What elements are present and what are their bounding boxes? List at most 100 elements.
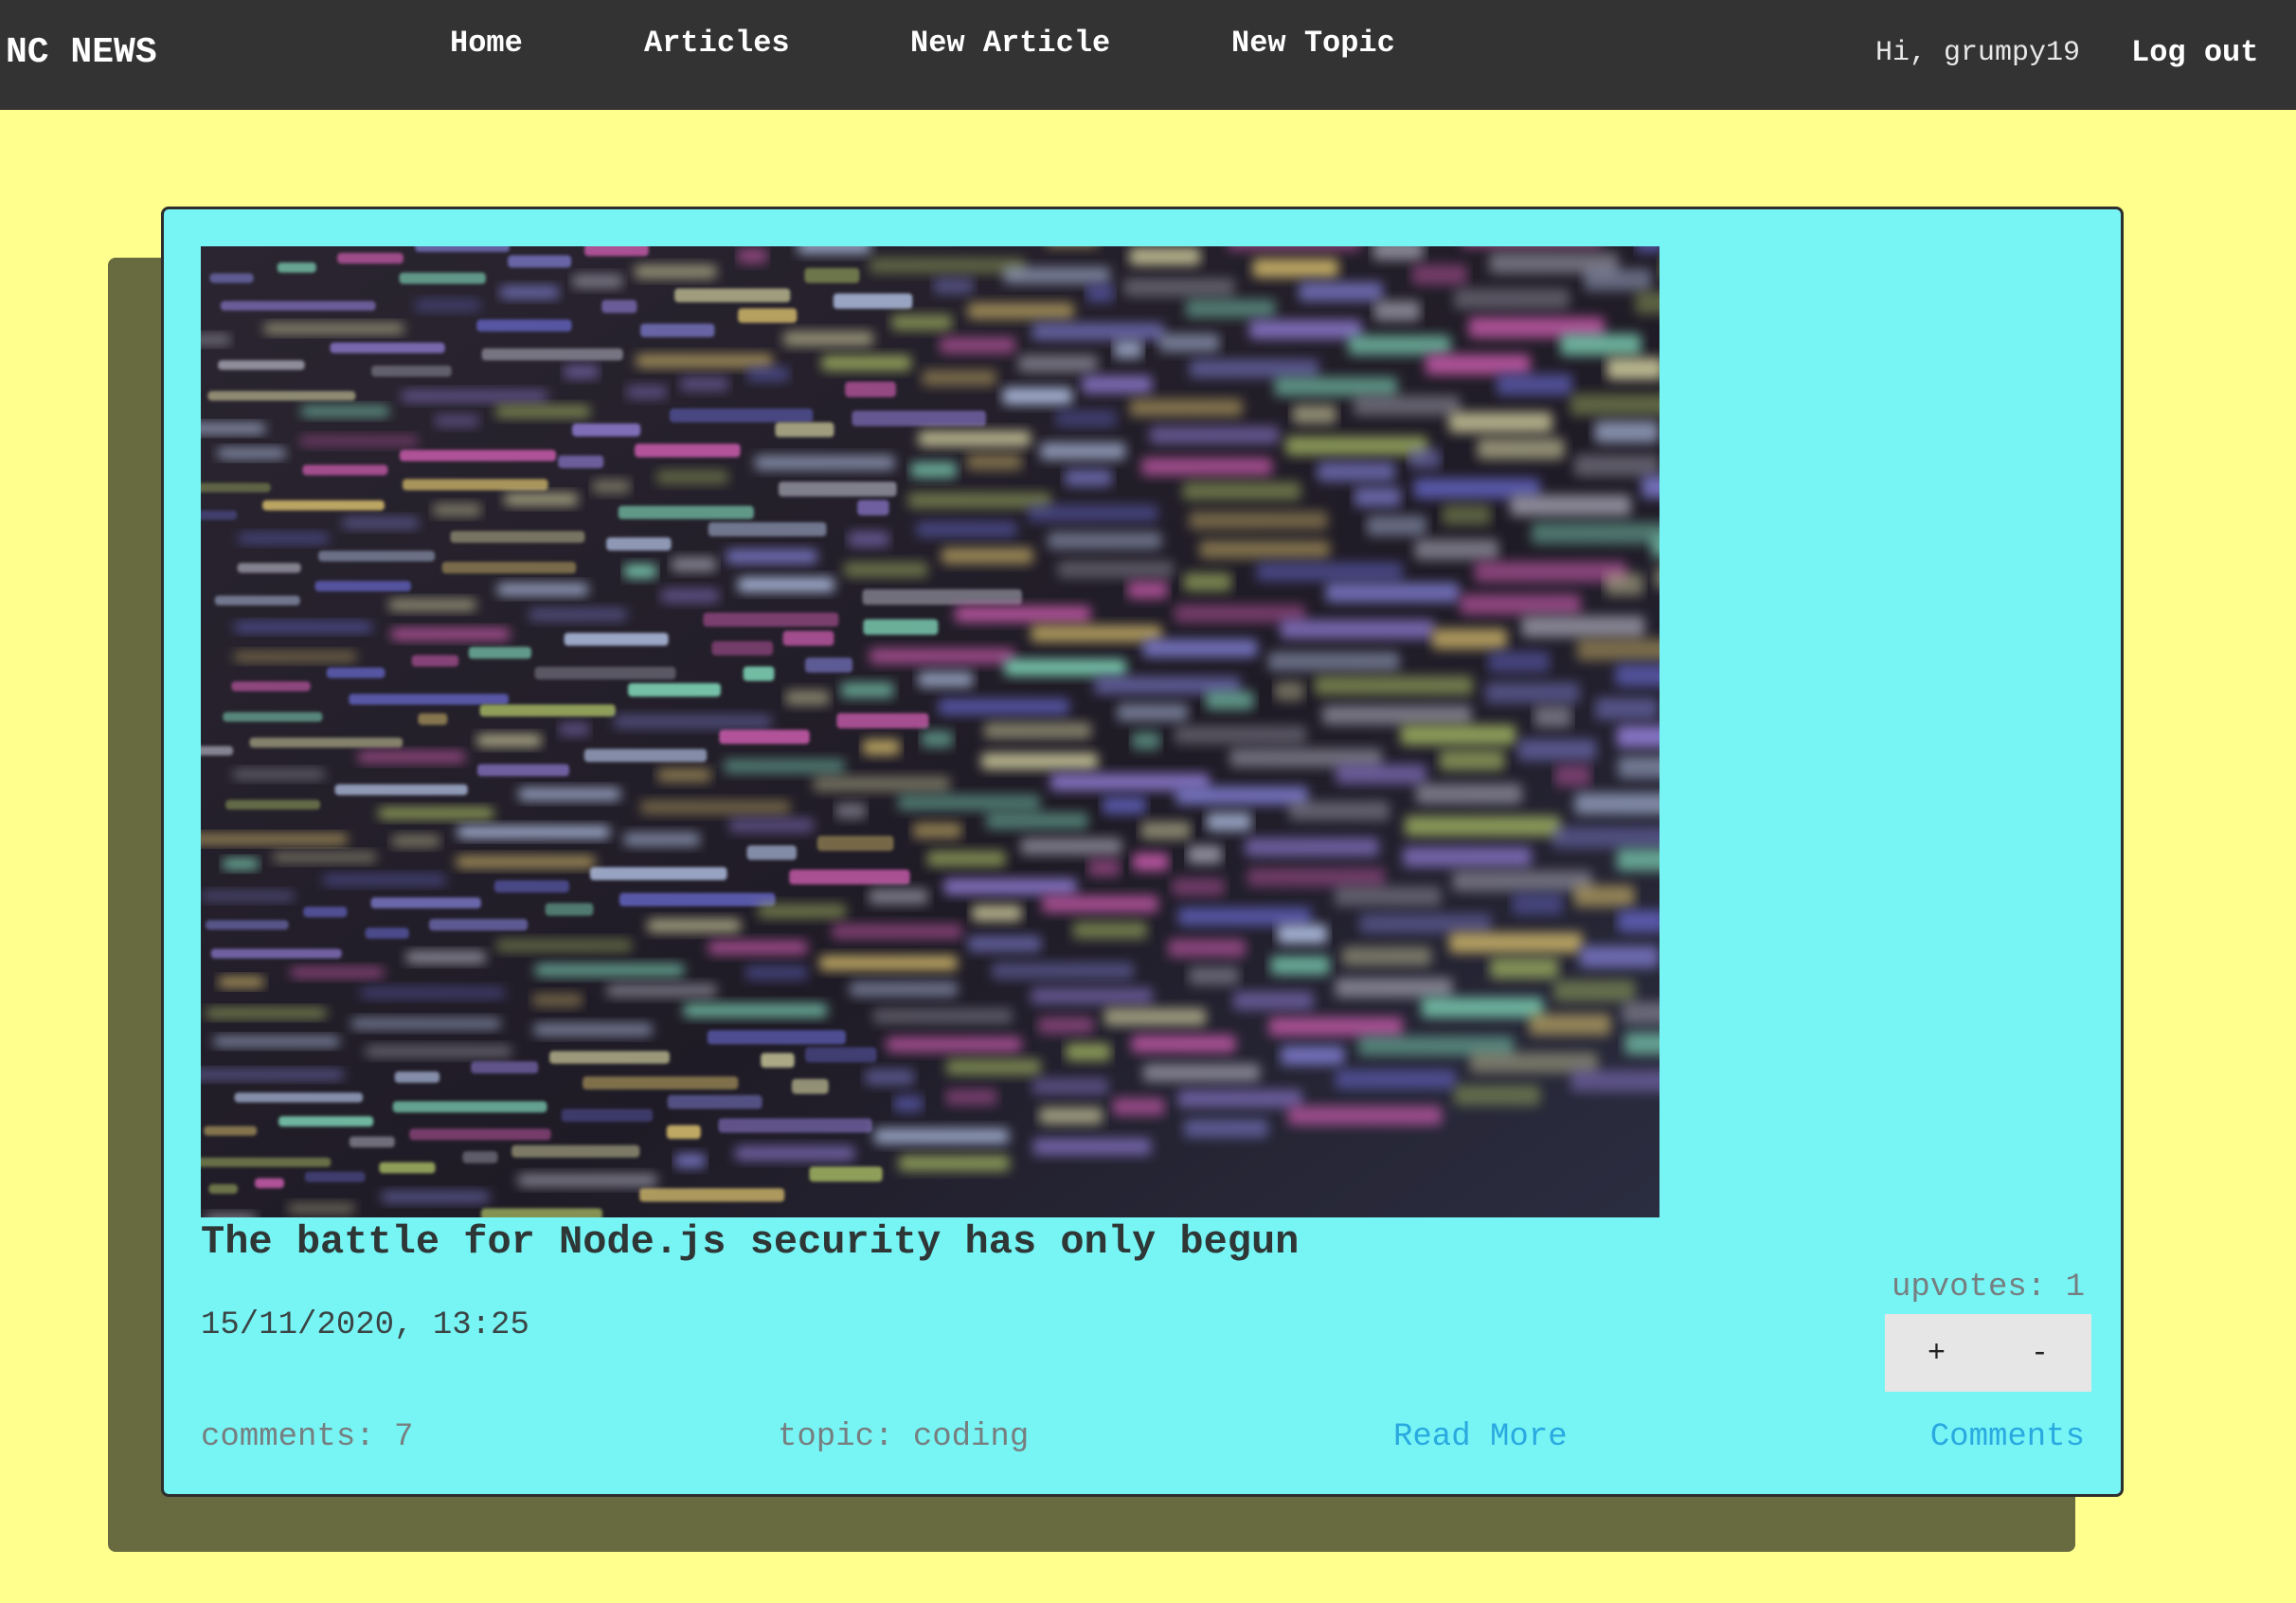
- code-token: [1517, 739, 1596, 761]
- code-token: [832, 924, 962, 940]
- code-token: [213, 1036, 340, 1047]
- code-token: [804, 267, 860, 283]
- code-token: [1127, 581, 1168, 600]
- code-token: [857, 499, 889, 515]
- code-token: [1129, 247, 1201, 265]
- article-title[interactable]: The battle for Node.js security has only…: [201, 1214, 1299, 1270]
- code-token: [1299, 281, 1383, 301]
- code-token: [238, 533, 330, 544]
- code-token: [1189, 359, 1319, 378]
- code-token: [1359, 913, 1492, 934]
- code-token: [972, 905, 1022, 922]
- code-token: [1018, 354, 1098, 372]
- code-token: [263, 323, 404, 334]
- code-token: [399, 272, 486, 284]
- code-token: [840, 682, 894, 698]
- code-token: [1635, 291, 1659, 315]
- code-token: [1183, 572, 1231, 591]
- code-token: [778, 481, 897, 496]
- code-token: [272, 852, 377, 863]
- code-token: [1317, 461, 1395, 482]
- code-token: [218, 977, 264, 987]
- code-token: [1552, 826, 1659, 849]
- code-token: [946, 1058, 1041, 1075]
- code-token: [735, 1145, 855, 1161]
- article-date: 15/11/2020, 13:25: [201, 1307, 529, 1343]
- code-token: [981, 752, 1099, 770]
- nav-new-topic-link[interactable]: New Topic: [1231, 17, 1395, 70]
- code-token: [1335, 978, 1453, 998]
- code-token: [746, 845, 797, 860]
- code-token: [1560, 333, 1641, 356]
- code-token: [1636, 246, 1659, 253]
- code-token: [1032, 1138, 1152, 1156]
- code-token: [304, 1171, 366, 1182]
- code-token: [201, 482, 271, 493]
- code-token: [511, 1144, 640, 1158]
- code-token: [636, 353, 773, 368]
- code-token: [761, 1053, 795, 1068]
- code-token: [805, 657, 853, 673]
- code-token: [1485, 682, 1580, 704]
- code-token: [708, 940, 808, 955]
- code-token: [208, 1183, 238, 1194]
- code-token: [495, 405, 590, 418]
- code-token: [201, 834, 349, 844]
- code-token: [707, 1030, 846, 1045]
- code-token: [1142, 639, 1258, 657]
- code-token: [1462, 246, 1601, 247]
- code-token: [1268, 1017, 1403, 1036]
- code-token: [897, 794, 1041, 811]
- code-token: [517, 1174, 657, 1187]
- code-token: [1256, 562, 1403, 582]
- code-token: [719, 729, 810, 745]
- code-token: [545, 903, 594, 916]
- logout-button[interactable]: Log out: [2131, 27, 2258, 80]
- code-token: [206, 920, 289, 930]
- code-token: [201, 746, 234, 756]
- code-token: [1037, 1017, 1094, 1035]
- code-token: [277, 262, 316, 273]
- code-token: [966, 453, 1022, 471]
- code-token: [1408, 448, 1441, 469]
- comments-link[interactable]: Comments: [1930, 1414, 2085, 1460]
- code-token: [476, 764, 569, 777]
- code-token: [874, 1128, 1009, 1144]
- code-token: [584, 246, 649, 257]
- code-token: [1274, 376, 1398, 397]
- code-token: [1403, 846, 1532, 868]
- nav-articles-link[interactable]: Articles: [644, 17, 790, 70]
- code-token: [986, 812, 1088, 830]
- site-logo[interactable]: NC NEWS: [6, 27, 157, 80]
- code-token: [1055, 409, 1117, 427]
- upvote-button[interactable]: +: [1885, 1314, 1988, 1392]
- code-token: [1103, 1008, 1207, 1026]
- code-token: [955, 605, 1091, 622]
- upvotes-count: upvotes: 1: [1891, 1270, 2085, 1306]
- code-token: [1189, 511, 1328, 531]
- code-token: [816, 836, 894, 852]
- user-greeting: Hi, grumpy19: [1875, 37, 2081, 69]
- code-token: [606, 537, 672, 551]
- code-token: [754, 455, 895, 470]
- nav-home-link[interactable]: Home: [450, 17, 523, 70]
- code-token: [201, 1157, 332, 1167]
- code-token: [938, 698, 1069, 715]
- code-token: [1280, 620, 1435, 639]
- code-token: [1270, 955, 1331, 976]
- code-token: [549, 1051, 670, 1064]
- code-token: [1087, 858, 1121, 877]
- code-token: [318, 550, 436, 562]
- code-token: [222, 858, 260, 869]
- code-token: [378, 807, 494, 820]
- nav-new-article-link[interactable]: New Article: [910, 17, 1110, 70]
- code-token: [223, 711, 323, 722]
- code-token: [893, 1095, 924, 1112]
- downvote-button[interactable]: -: [1988, 1314, 2091, 1392]
- code-token: [1249, 319, 1362, 339]
- code-token: [231, 681, 311, 692]
- code-token: [1372, 246, 1424, 261]
- read-more-link[interactable]: Read More: [1393, 1414, 1568, 1460]
- code-token: [1460, 593, 1582, 615]
- code-token: [1521, 616, 1645, 638]
